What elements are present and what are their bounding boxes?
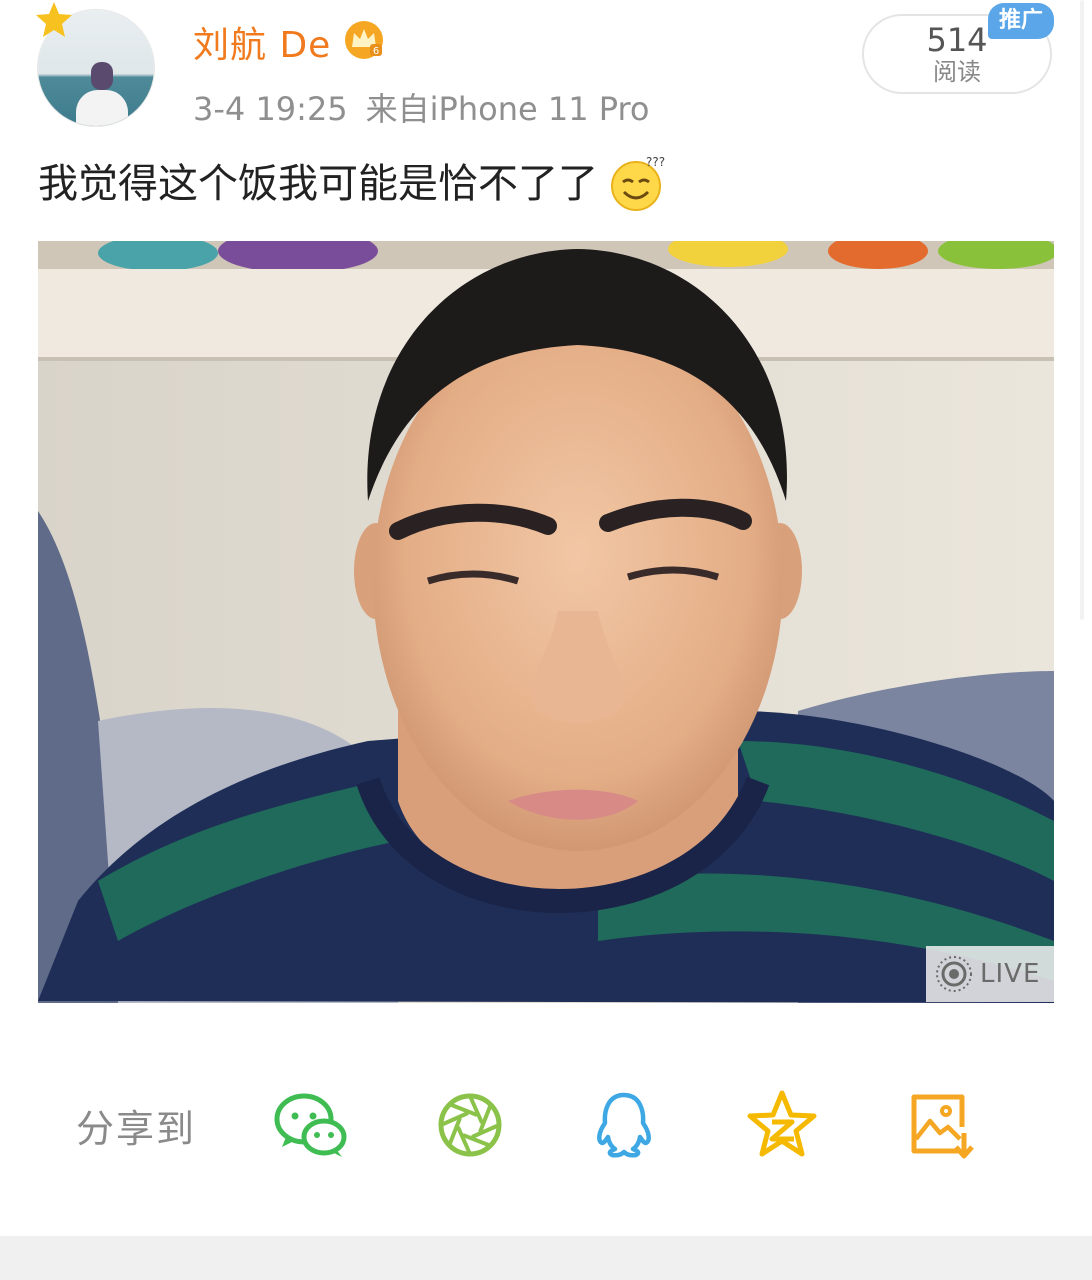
post-text: 我觉得这个饭我可能是恰不了了 — [38, 161, 598, 207]
post-timestamp: 3-4 19:25 — [193, 90, 348, 128]
share-bar: 分享到 — [0, 1080, 1092, 1170]
author-avatar[interactable] — [36, 2, 154, 126]
wechat-icon[interactable] — [272, 1085, 352, 1165]
post-meta: 3-4 19:25 来自iPhone 11 Pro — [193, 84, 650, 130]
live-label: LIVE — [980, 959, 1041, 989]
post-body: 我觉得这个饭我可能是恰不了了 ??? — [38, 154, 668, 216]
star-icon — [36, 2, 72, 37]
post-source: 来自iPhone 11 Pro — [365, 90, 650, 128]
live-photo-badge[interactable]: LIVE — [926, 946, 1054, 1002]
save-image-icon[interactable] — [902, 1085, 982, 1165]
qzone-icon[interactable] — [742, 1085, 822, 1165]
selfie-photo — [38, 241, 1054, 1003]
avatar-person-head — [91, 62, 113, 90]
svg-text:???: ??? — [646, 155, 665, 169]
crown-icon[interactable]: 6 — [342, 18, 386, 60]
footer-divider — [0, 1236, 1092, 1280]
avatar-person-body — [76, 90, 128, 126]
dizzy-smile-emoji-icon: ??? — [611, 155, 665, 211]
share-label: 分享到 — [76, 1107, 197, 1151]
moments-icon[interactable] — [430, 1085, 510, 1165]
qq-icon[interactable] — [584, 1085, 664, 1165]
promote-badge[interactable]: 推广 — [988, 3, 1054, 39]
post-header: 刘航 De 6 3-4 19:25 来自iPhone 11 Pro 514 阅读 … — [0, 0, 1092, 140]
post-photo[interactable] — [38, 241, 1054, 1003]
svg-text:6: 6 — [373, 46, 379, 57]
read-label: 阅读 — [933, 58, 981, 86]
scrollbar[interactable] — [1080, 0, 1084, 620]
author-name[interactable]: 刘航 De — [193, 16, 331, 68]
live-photo-icon — [936, 956, 972, 992]
